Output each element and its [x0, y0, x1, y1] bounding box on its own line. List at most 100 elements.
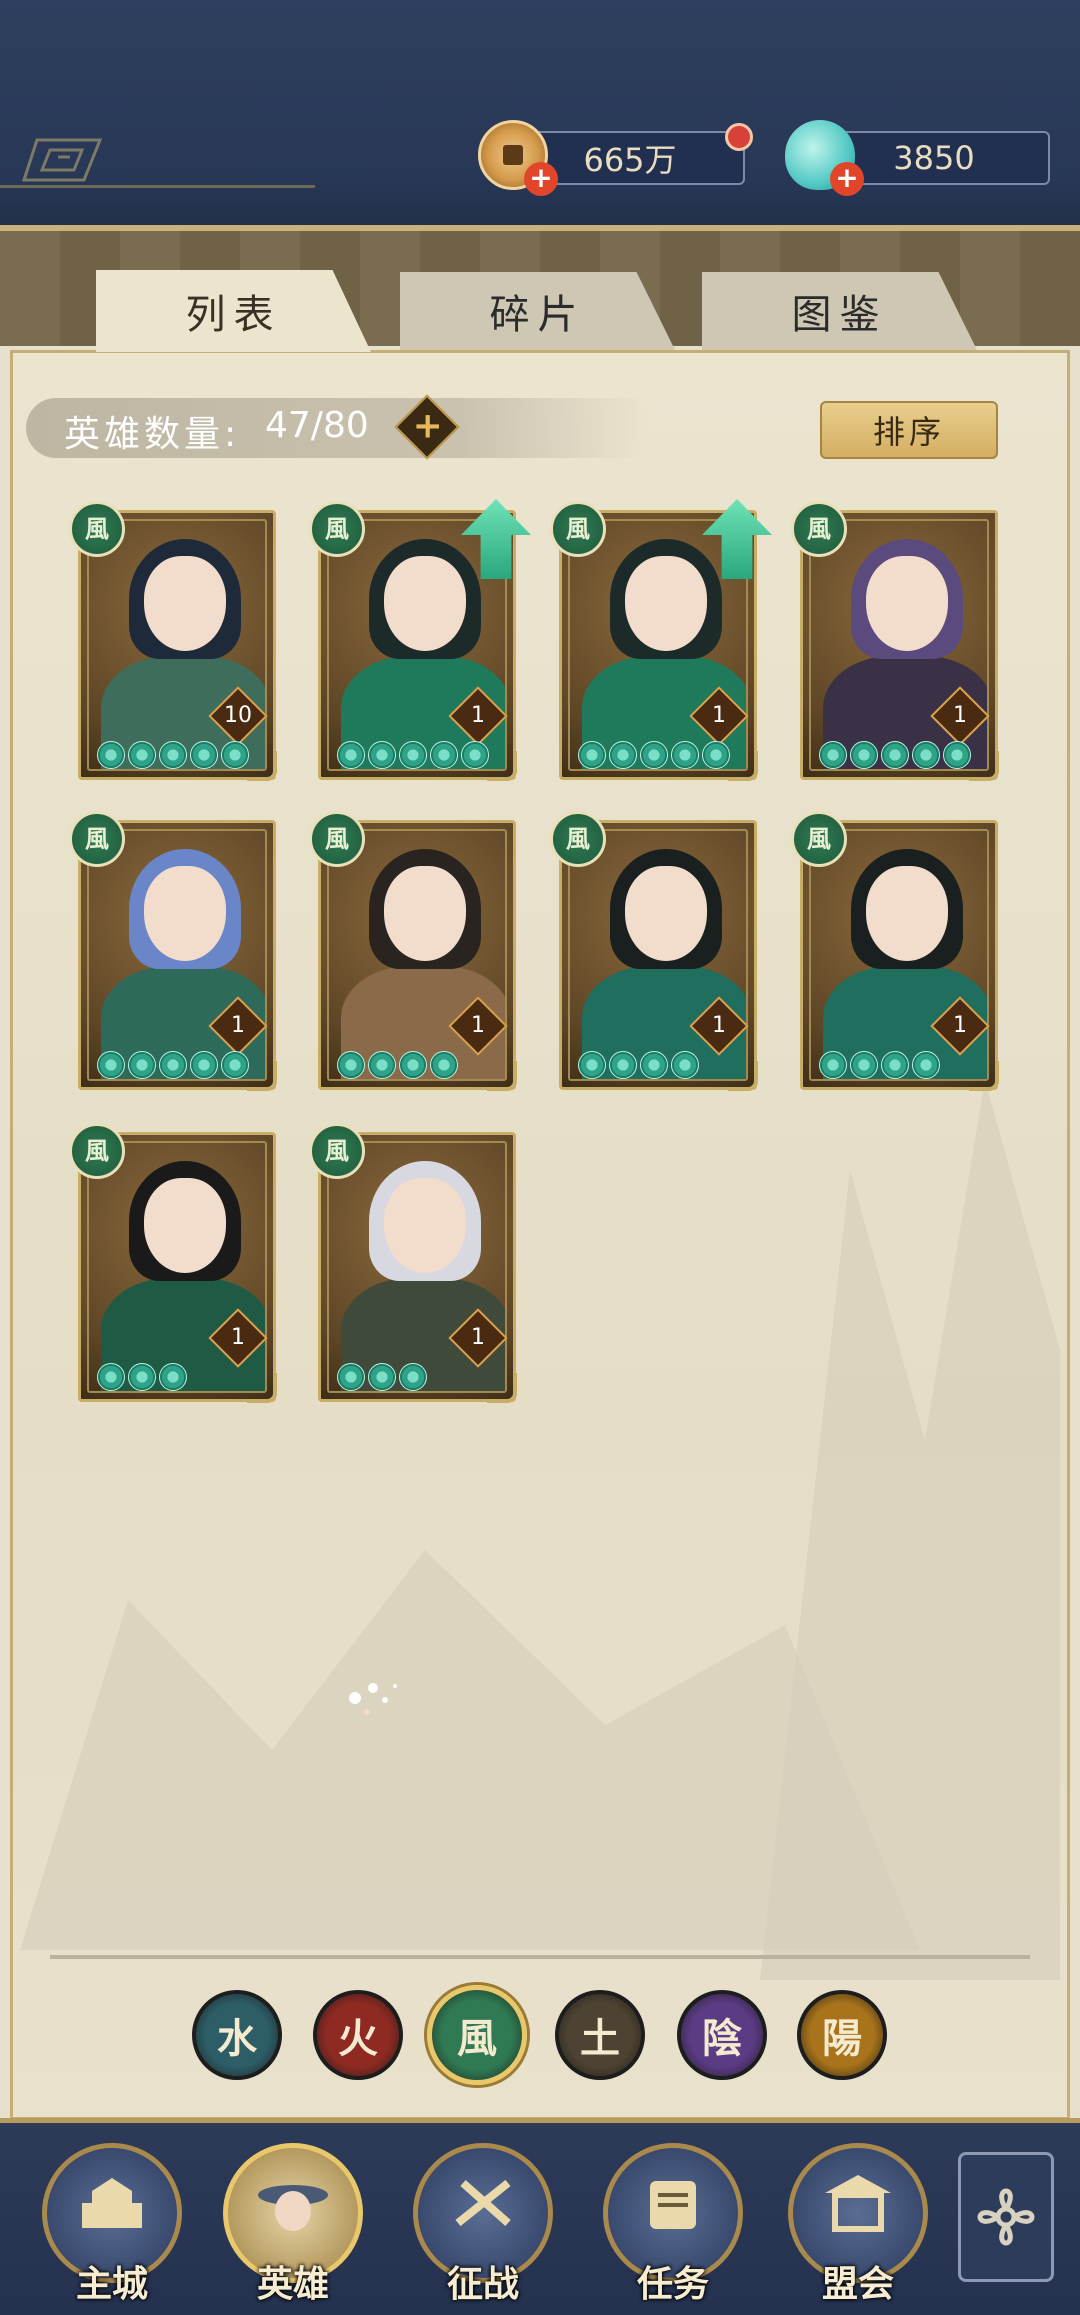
- star-icon: [702, 741, 730, 769]
- hero-card[interactable]: 風1: [550, 499, 772, 781]
- pavilion-icon: [825, 2175, 891, 2232]
- star-icon: [368, 741, 396, 769]
- star-icon: [97, 741, 125, 769]
- star-icon: [881, 1051, 909, 1079]
- add-jade-button[interactable]: +: [830, 162, 864, 196]
- hero-face: [144, 556, 226, 651]
- hero-card[interactable]: 風1: [69, 811, 277, 1091]
- card-corner: [969, 1061, 999, 1091]
- star-icon: [399, 1051, 427, 1079]
- element-badge: 風: [791, 811, 847, 867]
- card-corner: [487, 751, 517, 781]
- element-glyph: 火: [338, 2016, 378, 2062]
- star-icon: [368, 1051, 396, 1079]
- star-icon: [912, 1051, 940, 1079]
- hero-card[interactable]: 風1: [309, 811, 517, 1091]
- star-icon: [671, 741, 699, 769]
- star-icon: [461, 741, 489, 769]
- level-value: 1: [953, 1013, 967, 1038]
- star-icon: [609, 741, 637, 769]
- star-icon: [128, 1363, 156, 1391]
- star-rating: [337, 741, 489, 771]
- battle-icon: [455, 2179, 511, 2227]
- tab-list[interactable]: 列表: [96, 270, 371, 352]
- element-filter-button[interactable]: 土: [555, 1990, 645, 2080]
- star-icon: [221, 741, 249, 769]
- star-icon: [337, 1051, 365, 1079]
- header-divider: [0, 185, 315, 188]
- star-rating: [97, 741, 249, 771]
- star-icon: [430, 1051, 458, 1079]
- level-value: 10: [224, 703, 252, 728]
- element-glyph: 陰: [702, 2016, 742, 2062]
- star-icon: [609, 1051, 637, 1079]
- hero-face: [144, 866, 226, 961]
- pattern-ornament-icon: [22, 138, 102, 182]
- hero-card[interactable]: 風1: [550, 811, 758, 1091]
- star-icon: [337, 741, 365, 769]
- tab-codex[interactable]: 图鉴: [702, 272, 977, 350]
- element-badge: 風: [550, 501, 606, 557]
- element-glyph: 風: [457, 2016, 497, 2062]
- star-rating: [819, 741, 971, 771]
- nav-item[interactable]: 盟会: [783, 2143, 933, 2305]
- card-corner: [247, 1061, 277, 1091]
- star-icon: [399, 1363, 427, 1391]
- castle-icon: [82, 2178, 142, 2228]
- hero-card[interactable]: 風1: [309, 1123, 517, 1403]
- level-value: 1: [231, 1013, 245, 1038]
- hero-face: [625, 556, 707, 651]
- nav-item[interactable]: 英雄: [218, 2143, 368, 2305]
- sort-button[interactable]: 排序: [820, 401, 998, 459]
- nav-item[interactable]: 任务: [598, 2143, 748, 2305]
- hero-card[interactable]: 風1: [69, 1123, 277, 1403]
- star-icon: [640, 1051, 668, 1079]
- element-filter-button[interactable]: 陰: [677, 1990, 767, 2080]
- star-rating: [337, 1363, 427, 1393]
- hero-face: [866, 556, 948, 651]
- hero-face: [384, 1178, 466, 1273]
- star-rating: [337, 1051, 458, 1081]
- star-icon: [337, 1363, 365, 1391]
- star-icon: [850, 1051, 878, 1079]
- element-badge: 風: [791, 501, 847, 557]
- element-filter-button[interactable]: 風: [427, 1985, 527, 2085]
- star-icon: [128, 741, 156, 769]
- star-icon: [640, 741, 668, 769]
- ground-divider: [50, 1955, 1030, 1959]
- element-badge: 風: [309, 1123, 365, 1179]
- hero-card[interactable]: 風 10: [69, 501, 277, 781]
- element-filter-button[interactable]: 水: [192, 1990, 282, 2080]
- element-badge: 風: [309, 501, 365, 557]
- level-value: 1: [953, 703, 967, 728]
- card-corner: [728, 1061, 758, 1091]
- hero-face: [866, 866, 948, 961]
- hero-card[interactable]: 風1: [791, 501, 999, 781]
- nav-item[interactable]: 征战: [408, 2143, 558, 2305]
- hero-face: [384, 866, 466, 961]
- star-icon: [850, 741, 878, 769]
- star-icon: [368, 1363, 396, 1391]
- sort-label: 排序: [872, 413, 945, 451]
- hero-face: [625, 866, 707, 961]
- nav-label: 英雄: [256, 2264, 329, 2305]
- star-icon: [97, 1363, 125, 1391]
- element-filter-button[interactable]: 陽: [797, 1990, 887, 2080]
- card-corner: [247, 1373, 277, 1403]
- more-menu-button[interactable]: [958, 2152, 1054, 2282]
- star-rating: [578, 741, 730, 771]
- add-coins-button[interactable]: +: [524, 162, 558, 196]
- tab-fragments[interactable]: 碎片: [400, 272, 675, 350]
- top-bar: [0, 0, 1080, 239]
- element-glyph: 土: [580, 2016, 620, 2062]
- nav-item[interactable]: 主城: [37, 2143, 187, 2305]
- star-icon: [943, 741, 971, 769]
- star-icon: [578, 1051, 606, 1079]
- level-value: 1: [471, 703, 485, 728]
- notification-dot: [725, 123, 753, 151]
- level-value: 1: [712, 703, 726, 728]
- hero-card[interactable]: 風1: [791, 811, 999, 1091]
- element-filter-button[interactable]: 火: [313, 1990, 403, 2080]
- tab-label: 列表: [185, 292, 282, 338]
- hero-card[interactable]: 風1: [309, 499, 531, 781]
